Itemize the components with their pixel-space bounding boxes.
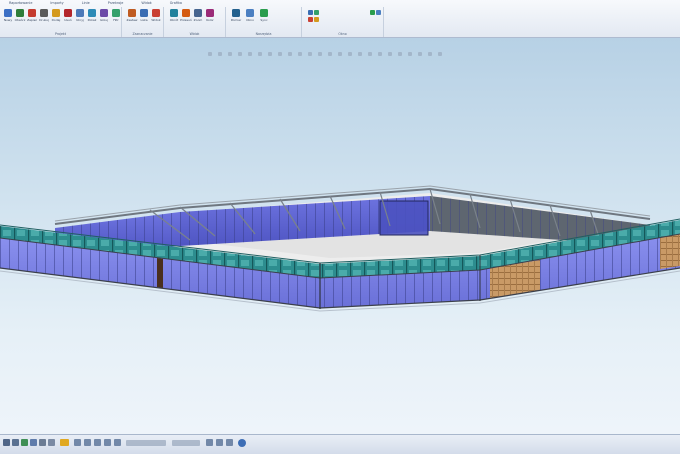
refresh-icon[interactable] bbox=[238, 439, 246, 447]
ribbon-button-label: Kolor bbox=[206, 18, 214, 22]
ribbon-group-label: Okno bbox=[338, 32, 347, 36]
ribbon-button-icon bbox=[140, 9, 148, 17]
small-tool-icon[interactable] bbox=[370, 10, 375, 15]
ribbon-button-icon bbox=[194, 9, 202, 17]
ribbon-button-icon bbox=[52, 9, 60, 17]
settings-icon[interactable] bbox=[48, 439, 55, 446]
ribbon-button-icon bbox=[64, 9, 72, 17]
ribbon-button-icon bbox=[128, 9, 136, 17]
ribbon-button-18[interactable]: Okno bbox=[244, 9, 256, 29]
timber-panel bbox=[660, 234, 680, 269]
small-tool-icon[interactable] bbox=[314, 10, 319, 15]
ribbon-button-icon bbox=[260, 9, 268, 17]
ribbon-button-icon bbox=[76, 9, 84, 17]
ribbon-button-label: Widok bbox=[151, 18, 161, 22]
ribbon-tab[interactable]: Przekroje bbox=[99, 0, 133, 7]
tool-icon[interactable] bbox=[216, 439, 223, 446]
ribbon-button-9[interactable]: Filtr bbox=[110, 9, 122, 29]
ribbon-button-icon bbox=[88, 9, 96, 17]
pan-icon[interactable] bbox=[30, 439, 37, 446]
ribbon-button-label: Sync bbox=[260, 18, 268, 22]
ribbon-group-label: Narzędzia bbox=[255, 32, 272, 36]
ribbon-button-icon bbox=[16, 9, 24, 17]
ribbon-button-icon bbox=[152, 9, 160, 17]
tool-icon[interactable] bbox=[94, 439, 101, 446]
ribbon-tab[interactable]: Raportowanie bbox=[0, 0, 41, 7]
ribbon-button-icon bbox=[206, 9, 214, 17]
small-tool-icon[interactable] bbox=[308, 10, 313, 15]
status-bar bbox=[0, 434, 680, 454]
ribbon-tabs: Raportowanie Importy Linie Przekroje Wid… bbox=[0, 0, 680, 7]
ribbon-button-17[interactable]: Pomiar bbox=[230, 9, 242, 29]
tool-icon[interactable] bbox=[206, 439, 213, 446]
ribbon-toolbar: Raportowanie Importy Linie Przekroje Wid… bbox=[0, 0, 680, 38]
ribbon-button-icon bbox=[4, 9, 12, 17]
ribbon-button-16[interactable]: Kolor bbox=[204, 9, 216, 29]
ribbon-button-icon bbox=[182, 9, 190, 17]
ribbon-group-label: Projekt bbox=[55, 32, 66, 36]
ribbon-button-icon bbox=[170, 9, 178, 17]
ribbon-button-19[interactable]: Sync bbox=[258, 9, 270, 29]
cad-application-window: Raportowanie Importy Linie Przekroje Wid… bbox=[0, 0, 680, 454]
tool-icon[interactable] bbox=[74, 439, 81, 446]
play-icon[interactable] bbox=[12, 439, 19, 446]
highlight-tool-icon[interactable] bbox=[60, 439, 69, 446]
ribbon-button-icon bbox=[232, 9, 240, 17]
3d-viewport[interactable] bbox=[0, 38, 680, 434]
ribbon-button-12[interactable]: Widok bbox=[150, 9, 162, 29]
small-tool-icon[interactable] bbox=[308, 17, 313, 22]
camera-icon[interactable] bbox=[39, 439, 46, 446]
ribbon-tab[interactable]: Importy bbox=[41, 0, 72, 7]
ribbon-button-icon bbox=[40, 9, 48, 17]
small-tool-icon[interactable] bbox=[314, 17, 319, 22]
tool-icon[interactable] bbox=[104, 439, 111, 446]
ribbon-button-icon bbox=[100, 9, 108, 17]
ribbon-button-icon bbox=[28, 9, 36, 17]
ribbon-button-icon bbox=[246, 9, 254, 17]
timeline-slider[interactable] bbox=[172, 440, 200, 446]
ribbon-button-icon bbox=[112, 9, 120, 17]
ribbon-group-label: Widok bbox=[189, 32, 200, 36]
zoom-icon[interactable] bbox=[21, 439, 28, 446]
tool-icon[interactable] bbox=[84, 439, 91, 446]
tool-icon[interactable] bbox=[114, 439, 121, 446]
ribbon-tab[interactable]: Grafika bbox=[161, 0, 191, 7]
ribbon-tab[interactable]: Linie bbox=[73, 0, 99, 7]
ribbon-group-label: Zaznaczanie bbox=[132, 32, 153, 36]
ribbon-body: Projekt Zaznaczanie Widok Narzędzia Okno… bbox=[0, 7, 680, 37]
tool-icon[interactable] bbox=[226, 439, 233, 446]
small-tool-icon[interactable] bbox=[376, 10, 381, 15]
select-icon[interactable] bbox=[3, 439, 10, 446]
timeline-slider[interactable] bbox=[126, 440, 166, 446]
dark-door bbox=[157, 258, 163, 288]
ribbon-tab[interactable]: Widok bbox=[132, 0, 160, 7]
ribbon-button-label: Filtr bbox=[113, 18, 119, 22]
building-3d-model[interactable] bbox=[0, 38, 680, 434]
